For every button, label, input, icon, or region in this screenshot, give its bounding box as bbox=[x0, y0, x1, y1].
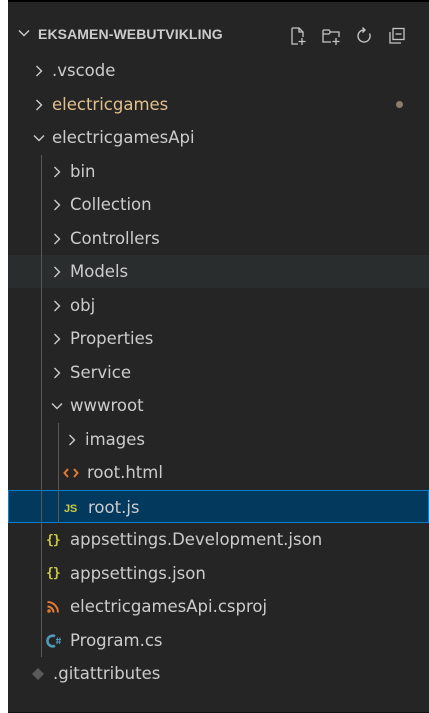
csharp-icon bbox=[46, 632, 62, 650]
json-icon: {} bbox=[46, 566, 61, 581]
new-file-icon[interactable] bbox=[288, 26, 308, 46]
js-icon: JS bbox=[64, 502, 78, 515]
file-row-program-cs[interactable]: Program.cs bbox=[8, 624, 429, 657]
folder-row-collection[interactable]: Collection bbox=[8, 188, 429, 221]
chevron-right-icon[interactable] bbox=[50, 366, 64, 380]
folder-row-models[interactable]: Models bbox=[8, 255, 429, 288]
folder-row-controllers[interactable]: Controllers bbox=[8, 222, 429, 255]
tree-item-label: obj bbox=[70, 295, 96, 315]
folder-row-vscode[interactable]: .vscode bbox=[8, 54, 429, 87]
git-icon bbox=[31, 665, 45, 683]
collapse-all-icon[interactable] bbox=[387, 26, 407, 46]
file-row-root-js[interactable]: JS root.js bbox=[8, 489, 429, 523]
chevron-right-icon[interactable] bbox=[50, 265, 64, 279]
folder-row-obj[interactable]: obj bbox=[8, 289, 429, 322]
tree-item-label: Collection bbox=[70, 195, 152, 214]
folder-row-electricgames[interactable]: electricgames bbox=[8, 88, 429, 121]
file-row-appsettings-json[interactable]: {} appsettings.json bbox=[8, 557, 429, 590]
indent-guide bbox=[58, 422, 59, 523]
tree-item-label: wwwroot bbox=[70, 396, 144, 415]
folder-row-electricgamesapi[interactable]: electricgamesApi bbox=[8, 121, 429, 154]
chevron-down-icon[interactable] bbox=[17, 26, 31, 40]
json-icon: {} bbox=[46, 532, 61, 548]
chevron-right-icon[interactable] bbox=[50, 332, 64, 346]
html-icon-glyph bbox=[63, 468, 79, 478]
tree-item-label: appsettings.json bbox=[70, 563, 206, 583]
chevron-right-icon[interactable] bbox=[50, 165, 64, 179]
chevron-down-icon[interactable] bbox=[32, 131, 46, 145]
explorer-panel: EKSAMEN-WEBUTVIKLING .vscode electricgam… bbox=[8, 0, 429, 713]
tree-item-label: Properties bbox=[70, 329, 154, 348]
file-row-gitattributes[interactable]: .gitattributes bbox=[8, 657, 429, 690]
folder-row-images[interactable]: images bbox=[8, 423, 429, 456]
folder-row-bin[interactable]: bin bbox=[8, 155, 429, 188]
tree-item-label: Service bbox=[70, 362, 131, 382]
rss-icon-glyph bbox=[47, 601, 59, 613]
chevron-right-icon[interactable] bbox=[32, 98, 46, 112]
tree-item-label: Controllers bbox=[70, 228, 160, 248]
file-row-appsettings-development-json[interactable]: {} appsettings.Development.json bbox=[8, 523, 429, 556]
folder-row-wwwroot[interactable]: wwwroot bbox=[8, 389, 429, 422]
chevron-right-icon[interactable] bbox=[50, 299, 64, 313]
tree-item-label: images bbox=[85, 429, 145, 449]
folder-row-service[interactable]: Service bbox=[8, 356, 429, 389]
explorer-actions bbox=[288, 26, 428, 46]
tree-item-label: electricgamesApi.csproj bbox=[70, 597, 268, 616]
git-icon-glyph bbox=[32, 668, 44, 680]
folder-row-properties[interactable]: Properties bbox=[8, 322, 429, 355]
modified-indicator bbox=[396, 100, 403, 108]
tree-item-label: appsettings.Development.json bbox=[70, 530, 323, 549]
tree-item-label: root.html bbox=[87, 463, 163, 482]
tree-item-label: root.js bbox=[88, 497, 140, 517]
tree-item-label: electricgamesApi bbox=[52, 128, 195, 147]
indent-guide bbox=[41, 154, 42, 657]
refresh-icon[interactable] bbox=[354, 26, 374, 46]
tree-item-label: bin bbox=[70, 161, 96, 181]
file-row-electricgamesapi-csproj[interactable]: electricgamesApi.csproj bbox=[8, 590, 429, 623]
tree-item-label: Program.cs bbox=[70, 630, 163, 650]
chevron-down-icon[interactable] bbox=[50, 399, 64, 413]
file-row-root-html[interactable]: root.html bbox=[8, 456, 429, 489]
chevron-right-icon[interactable] bbox=[50, 198, 64, 212]
tree-item-label: Models bbox=[70, 262, 129, 281]
html-icon bbox=[63, 464, 79, 482]
explorer-section-header[interactable]: EKSAMEN-WEBUTVIKLING bbox=[8, 20, 429, 50]
csharp-icon-glyph bbox=[46, 633, 61, 648]
chevron-right-icon[interactable] bbox=[65, 433, 79, 447]
new-folder-icon[interactable] bbox=[321, 26, 341, 46]
explorer-section-title: EKSAMEN-WEBUTVIKLING bbox=[38, 26, 223, 42]
chevron-right-icon[interactable] bbox=[50, 232, 64, 246]
tree-item-label: electricgames bbox=[52, 94, 169, 114]
tree-item-label: .gitattributes bbox=[53, 664, 161, 683]
tree-item-label: .vscode bbox=[52, 61, 116, 80]
chevron-right-icon[interactable] bbox=[32, 64, 46, 78]
rss-icon bbox=[46, 598, 60, 616]
